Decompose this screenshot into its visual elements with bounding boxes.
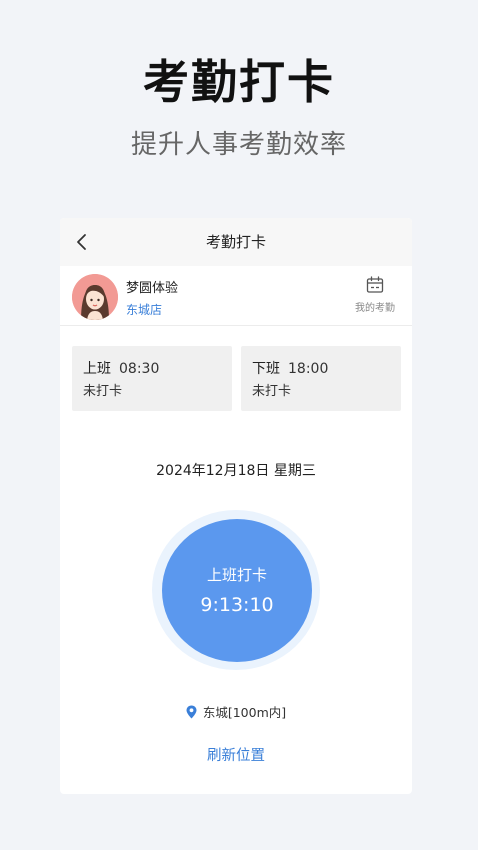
location-pin-icon (186, 705, 197, 719)
shift-label: 下班 (252, 361, 280, 377)
shift-label: 上班 (83, 361, 111, 377)
current-date: 2024年12月18日 星期三 (156, 463, 316, 479)
nav-bar: 考勤打卡 (60, 218, 412, 266)
store-link[interactable]: 东城店 (126, 301, 162, 318)
user-name: 梦圆体验 (126, 281, 179, 296)
shift-time: 18:00 (288, 361, 329, 377)
calendar-icon (366, 276, 384, 293)
location-status: 东城[100m内] (60, 702, 412, 721)
clock-time: 9:13:10 (200, 594, 274, 616)
page-title: 考勤打卡 (205, 233, 266, 251)
user-bar: 梦圆体验 东城店 我的考勤 (60, 266, 412, 326)
shift-time: 08:30 (119, 361, 160, 377)
shift-status: 未打卡 (83, 384, 123, 399)
location-text: 东城[100m内] (202, 705, 287, 720)
promo-title: 考勤打卡 (143, 55, 335, 109)
promo-subtitle: 提升人事考勤效率 (130, 130, 347, 160)
clock-in-button[interactable]: 上班打卡 9:13:10 (162, 519, 312, 662)
clock-in-label: 上班打卡 (206, 566, 267, 584)
refresh-location-button[interactable]: 刷新位置 (60, 744, 412, 765)
my-attendance-button[interactable]: 我的考勤 (350, 276, 400, 314)
avatar (72, 274, 118, 320)
shift-status: 未打卡 (252, 384, 292, 399)
my-attendance-label: 我的考勤 (355, 303, 395, 314)
clock-in-shift-card: 上班 08:30 未打卡 (72, 346, 232, 411)
phone-screen: 考勤打卡 梦圆体验 东城店 我的考勤 上班 08:30 未打卡 下班 18:00… (60, 218, 412, 794)
clock-out-shift-card: 下班 18:00 未打卡 (241, 346, 401, 411)
